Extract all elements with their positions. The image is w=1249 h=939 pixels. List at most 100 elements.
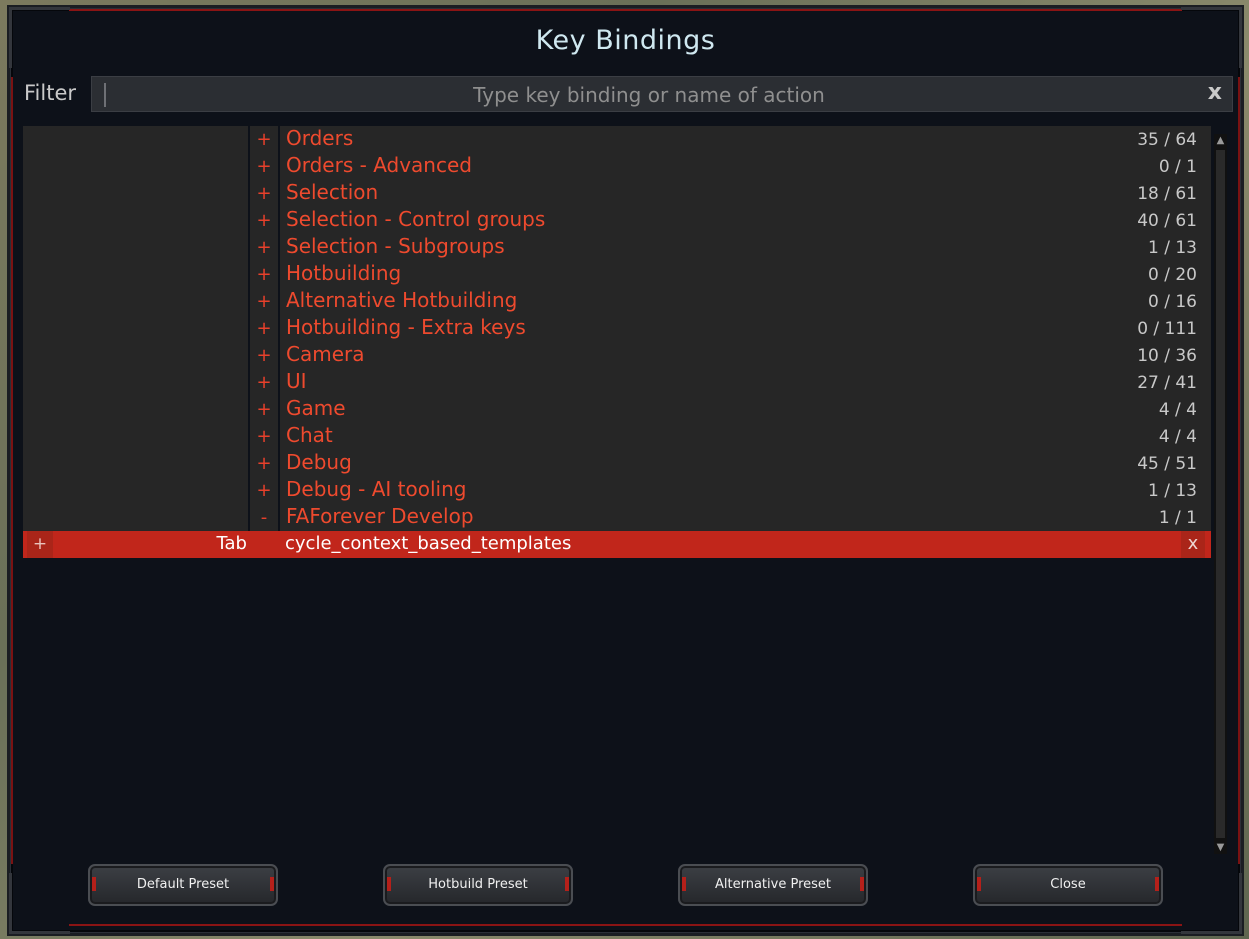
alternative-preset-button[interactable]: Alternative Preset [678, 864, 868, 906]
add-binding-button[interactable]: + [27, 531, 53, 558]
category-name: Debug - AI tooling [286, 477, 467, 501]
category-count: 35 / 64 [1137, 130, 1197, 150]
category-cell[interactable]: Camera 10 / 36 [280, 342, 1211, 369]
category-cell[interactable]: Game 4 / 4 [280, 396, 1211, 423]
expand-toggle-icon[interactable]: + [250, 396, 278, 423]
category-cell[interactable]: Orders 35 / 64 [280, 126, 1211, 153]
category-cell[interactable]: Selection 18 / 61 [280, 180, 1211, 207]
expand-toggle-icon[interactable]: + [250, 261, 278, 288]
category-name: Selection - Control groups [286, 207, 546, 231]
category-count: 1 / 1 [1158, 508, 1197, 528]
key-column-cell [23, 153, 248, 180]
dialog-edge [11, 77, 13, 864]
expand-toggle-icon[interactable]: + [250, 207, 278, 234]
category-count: 0 / 111 [1137, 319, 1197, 339]
dialog-edge [69, 924, 1182, 926]
category-cell[interactable]: Hotbuilding - Extra keys 0 / 111 [280, 315, 1211, 342]
selected-action-row[interactable]: + Tab cycle_context_based_templates x [23, 531, 1211, 558]
expand-toggle-icon[interactable]: + [250, 369, 278, 396]
category-row[interactable]: + Hotbuilding - Extra keys 0 / 111 [23, 315, 1211, 342]
expand-toggle-icon[interactable]: + [250, 423, 278, 450]
category-row[interactable]: + UI 27 / 41 [23, 369, 1211, 396]
category-row[interactable]: + Selection 18 / 61 [23, 180, 1211, 207]
category-row[interactable]: + Camera 10 / 36 [23, 342, 1211, 369]
category-name: Hotbuilding [286, 261, 402, 285]
expand-toggle-icon[interactable]: - [250, 504, 278, 531]
hotbuild-preset-button[interactable]: Hotbuild Preset [383, 864, 573, 906]
key-bindings-dialog: Key Bindings Filter x + Tab cycle_contex… [9, 7, 1242, 934]
default-preset-button[interactable]: Default Preset [88, 864, 278, 906]
scroll-down-arrow-icon[interactable]: ▼ [1214, 841, 1227, 854]
expand-toggle-icon[interactable]: + [250, 126, 278, 153]
category-cell[interactable]: UI 27 / 41 [280, 369, 1211, 396]
category-cell[interactable]: Debug 45 / 51 [280, 450, 1211, 477]
category-row[interactable]: + Selection - Control groups 40 / 61 [23, 207, 1211, 234]
expand-toggle-icon[interactable]: + [250, 234, 278, 261]
category-count: 1 / 13 [1148, 481, 1197, 501]
category-count: 0 / 16 [1148, 292, 1197, 312]
key-column-cell [23, 315, 248, 342]
remove-binding-button[interactable]: x [1181, 531, 1205, 558]
category-row[interactable]: + Debug 45 / 51 [23, 450, 1211, 477]
key-column-cell [23, 477, 248, 504]
category-row[interactable]: + Orders 35 / 64 [23, 126, 1211, 153]
category-count: 1 / 13 [1148, 238, 1197, 258]
key-column-cell [23, 180, 248, 207]
scroll-track[interactable] [1216, 150, 1225, 838]
category-count: 10 / 36 [1137, 346, 1197, 366]
category-count: 40 / 61 [1137, 211, 1197, 231]
category-row[interactable]: + Orders - Advanced 0 / 1 [23, 153, 1211, 180]
category-row[interactable]: + Chat 4 / 4 [23, 423, 1211, 450]
key-column-cell [23, 288, 248, 315]
hotbuild-preset-label: Hotbuild Preset [428, 877, 528, 892]
filter-label: Filter [24, 81, 77, 105]
button-accent [860, 877, 864, 891]
expand-toggle-icon[interactable]: + [250, 342, 278, 369]
category-name: Selection [286, 180, 379, 204]
frame-corner [1181, 873, 1242, 934]
filter-input[interactable] [112, 80, 1186, 110]
category-cell[interactable]: Selection - Control groups 40 / 61 [280, 207, 1211, 234]
category-cell[interactable]: Debug - AI tooling 1 / 13 [280, 477, 1211, 504]
key-column-cell [23, 396, 248, 423]
expand-toggle-icon[interactable]: + [250, 477, 278, 504]
category-count: 4 / 4 [1158, 400, 1197, 420]
expand-toggle-icon[interactable]: + [250, 450, 278, 477]
scroll-up-arrow-icon[interactable]: ▲ [1214, 134, 1227, 147]
close-label: Close [1050, 877, 1086, 892]
category-row[interactable]: + Game 4 / 4 [23, 396, 1211, 423]
text-caret [104, 83, 106, 107]
expand-toggle-icon[interactable]: + [250, 315, 278, 342]
expand-toggle-icon[interactable]: + [250, 153, 278, 180]
category-name: Debug [286, 450, 352, 474]
category-cell[interactable]: Alternative Hotbuilding 0 / 16 [280, 288, 1211, 315]
category-row[interactable]: + Selection - Subgroups 1 / 13 [23, 234, 1211, 261]
category-name: Selection - Subgroups [286, 234, 505, 258]
button-accent [565, 877, 569, 891]
button-accent [387, 877, 391, 891]
clear-filter-button[interactable]: x [1208, 80, 1222, 105]
list-scrollbar[interactable]: ▲ ▼ [1214, 134, 1227, 854]
category-row[interactable]: + Alternative Hotbuilding 0 / 16 [23, 288, 1211, 315]
category-cell[interactable]: Orders - Advanced 0 / 1 [280, 153, 1211, 180]
category-cell[interactable]: Selection - Subgroups 1 / 13 [280, 234, 1211, 261]
expand-toggle-icon[interactable]: + [250, 288, 278, 315]
expand-toggle-icon[interactable]: + [250, 180, 278, 207]
dialog-edge [69, 9, 1182, 11]
alternative-preset-label: Alternative Preset [715, 877, 831, 892]
binding-key: Tab [216, 533, 247, 554]
button-accent [270, 877, 274, 891]
close-button[interactable]: Close [973, 864, 1163, 906]
category-row[interactable]: + Hotbuilding 0 / 20 [23, 261, 1211, 288]
key-column-cell [23, 234, 248, 261]
category-row[interactable]: - FAForever Develop 1 / 1 [23, 504, 1211, 531]
key-column-cell [23, 504, 248, 531]
filter-box[interactable]: x [91, 76, 1233, 112]
category-name: UI [286, 369, 307, 393]
category-cell[interactable]: Chat 4 / 4 [280, 423, 1211, 450]
category-row[interactable]: + Debug - AI tooling 1 / 13 [23, 477, 1211, 504]
category-cell[interactable]: FAForever Develop 1 / 1 [280, 504, 1211, 531]
category-cell[interactable]: Hotbuilding 0 / 20 [280, 261, 1211, 288]
button-accent [1155, 877, 1159, 891]
key-column-cell [23, 207, 248, 234]
